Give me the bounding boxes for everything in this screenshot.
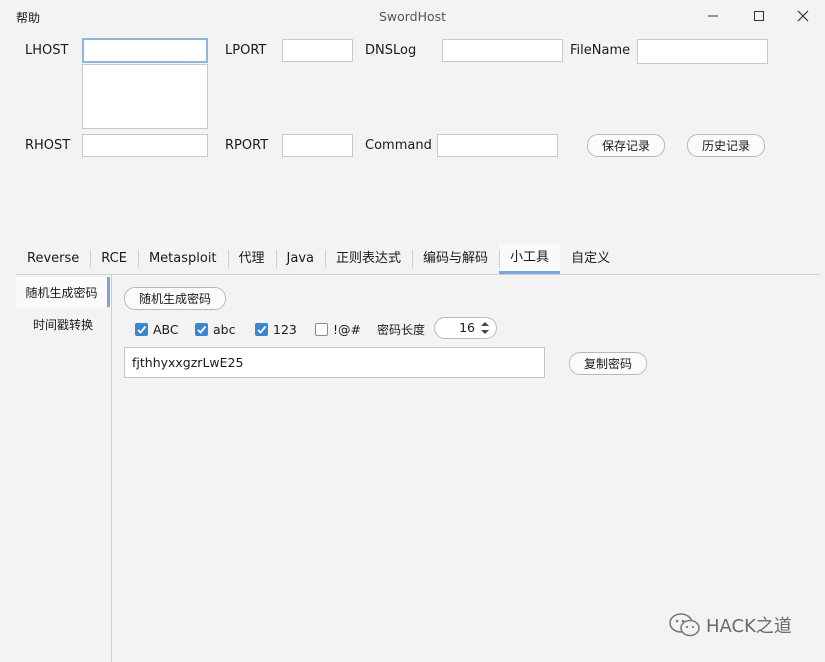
lport-label: LPORT [225,43,267,58]
rport-label: RPORT [225,138,269,153]
checkbox-checked-icon [135,323,148,336]
sidebar-item-timestamp[interactable]: 时间戳转换 [16,309,110,339]
lhost-label: LHOST [25,43,69,58]
password-text: fjthhyxxgzrLwE25 [132,355,244,370]
rhost-label: RHOST [25,138,71,153]
tab-tools[interactable]: 小工具 [499,244,561,274]
minimize-icon [708,15,718,17]
tab-rce[interactable]: RCE [90,244,138,274]
filename-label: FileName [570,43,631,58]
tab-regex[interactable]: 正则表达式 [325,244,412,274]
spinner-arrows-icon[interactable] [480,321,490,335]
wechat-icon [669,613,700,637]
option-label: ABC [153,322,179,337]
tab-custom[interactable]: 自定义 [560,244,621,274]
maximize-icon [754,11,764,21]
checkbox-checked-icon [195,323,208,336]
tab-proxy[interactable]: 代理 [227,244,276,274]
lhost-dropdown-list[interactable] [82,64,208,129]
lport-input[interactable] [282,39,353,62]
option-lowercase[interactable]: abc [195,322,235,337]
dnslog-label: DNSLog [365,43,417,58]
sidebar-item-random-password[interactable]: 随机生成密码 [16,277,110,307]
rhost-input[interactable] [82,134,208,157]
option-uppercase[interactable]: ABC [135,322,179,337]
password-length-label: 密码长度 [377,323,426,337]
option-digits[interactable]: 123 [255,322,297,337]
rport-input[interactable] [282,134,353,157]
password-length-spinner[interactable]: 16 [434,317,497,339]
option-symbols[interactable]: !@# [315,322,361,337]
menu-help[interactable]: 帮助 [16,9,40,26]
sidebar-divider [111,275,112,662]
password-length-value: 16 [459,320,475,335]
tab-reverse[interactable]: Reverse [16,244,90,274]
filename-input[interactable] [637,39,768,64]
maximize-button[interactable] [736,0,782,32]
command-label: Command [365,138,432,153]
tabs-divider [16,274,820,275]
history-record-button[interactable]: 历史记录 [687,134,765,157]
minimize-button[interactable] [690,0,736,32]
password-output[interactable]: fjthhyxxgzrLwE25 [124,347,545,378]
checkbox-unchecked-icon [315,323,328,336]
close-icon [797,10,809,22]
tab-java[interactable]: Java [275,244,325,274]
watermark: HACK之道 [668,612,792,638]
watermark-text: HACK之道 [706,616,792,637]
copy-password-button[interactable]: 复制密码 [569,352,647,375]
lhost-input[interactable] [82,38,208,63]
tab-metasploit[interactable]: Metasploit [137,244,228,274]
main-tabs: Reverse RCE Metasploit 代理 Java 正则表达式 编码与… [16,244,621,274]
option-label: 123 [273,322,297,337]
save-record-button[interactable]: 保存记录 [587,134,665,157]
close-button[interactable] [780,0,825,32]
checkbox-checked-icon [255,323,268,336]
generate-password-button[interactable]: 随机生成密码 [124,287,226,310]
tab-encode-decode[interactable]: 编码与解码 [412,244,499,274]
option-label: !@# [333,322,361,337]
dnslog-input[interactable] [442,39,563,62]
option-label: abc [213,322,236,337]
command-input[interactable] [437,134,558,157]
